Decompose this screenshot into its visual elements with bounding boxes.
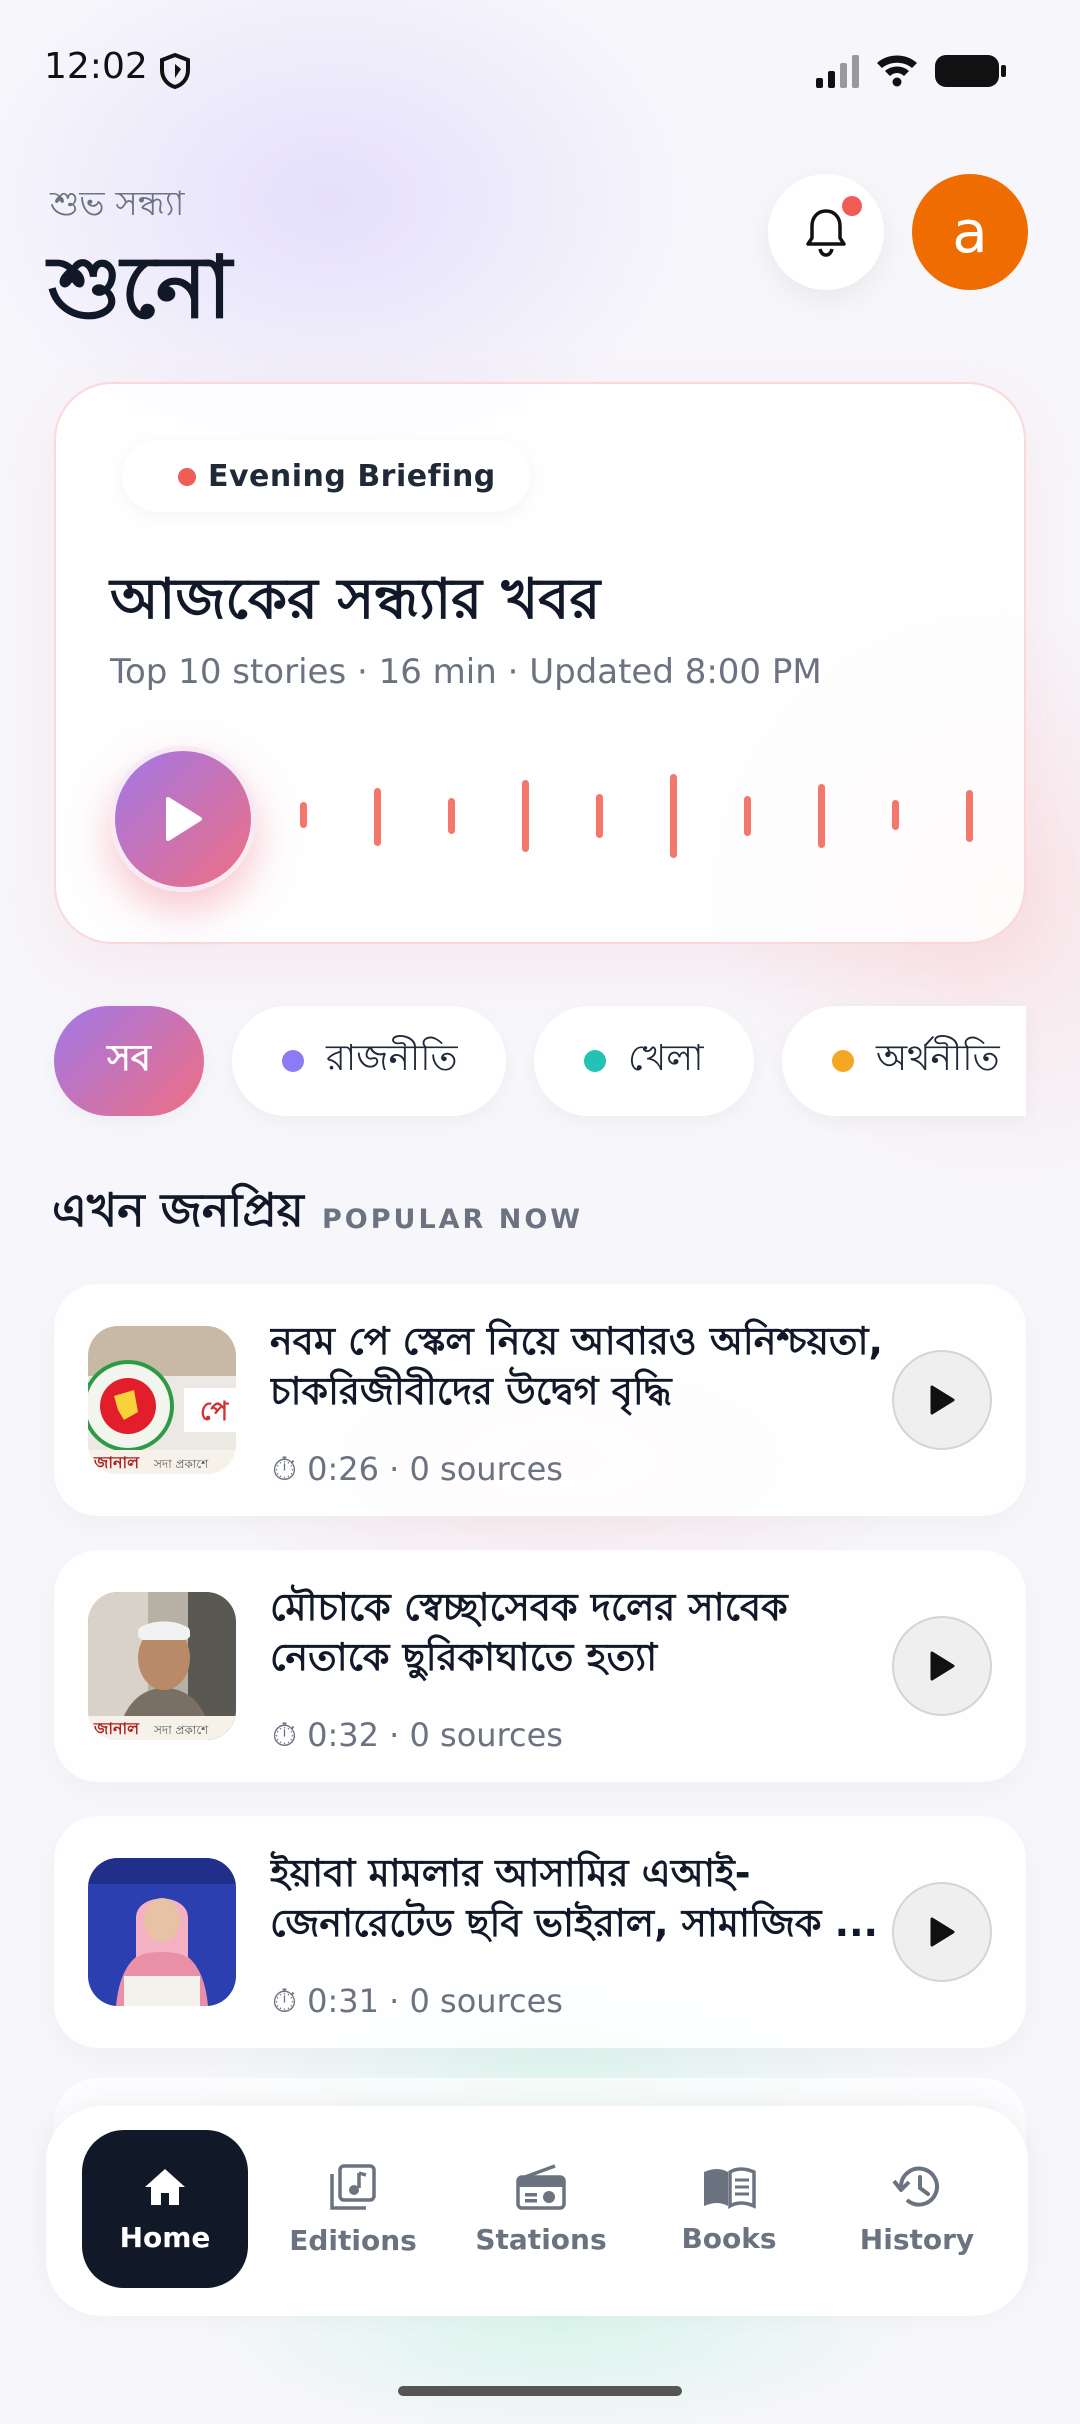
status-time: 12:02 [44,46,148,87]
nav-editions[interactable]: Editions [270,2130,436,2288]
play-icon [930,1385,955,1415]
category-dot [832,1050,854,1072]
news-play-button[interactable] [892,1350,992,1450]
news-card[interactable]: জানাল সদা প্রকাশে মৌচাকে স্বেচ্ছাসেবক দল… [54,1550,1026,1782]
radio-icon [516,2163,566,2210]
nav-history[interactable]: History [834,2130,1000,2288]
briefing-meta: Top 10 stories · 16 min · Updated 8:00 P… [110,652,822,692]
bell-icon [806,209,846,257]
category-chip-sports[interactable]: খেলা [534,1006,754,1116]
briefing-play-button[interactable] [110,746,256,892]
category-chip-label: অর্থনীতি [876,1038,1000,1079]
category-dot [282,1050,304,1072]
category-dot [584,1050,606,1072]
svg-text:জানাল: জানাল [93,1719,140,1738]
waveform-bar [448,798,455,834]
home-indicator[interactable] [398,2386,682,2396]
shield-icon [160,52,190,90]
svg-text:জানাল: জানাল [93,1453,140,1472]
live-dot [178,468,196,486]
category-chip-label: সব [107,1038,151,1079]
status-bar: 12:02 [0,0,1080,140]
play-icon [166,797,202,841]
waveform-bar [818,784,825,848]
news-thumbnail: জানাল সদা প্রকাশে [88,1592,236,1740]
news-title: নবম পে স্কেল নিয়ে আবারও অনিশ্চয়তা, চাক… [270,1319,883,1413]
nav-home[interactable]: Home [82,2130,248,2288]
briefing-badge-label: Evening Briefing [208,458,496,494]
nav-label: Editions [289,2223,417,2257]
avatar[interactable]: a [912,174,1028,290]
home-icon [145,2168,185,2205]
news-play-button[interactable] [892,1616,992,1716]
waveform-bar [966,790,973,842]
news-title: ইয়াবা মামলার আসামির এআই-জেনারেটেড ছবি ভ… [270,1851,878,1945]
category-chip-economy[interactable]: অর্থনীতি [782,1006,1026,1116]
svg-text:সদা প্রকাশে: সদা প্রকাশে [153,1457,209,1471]
play-icon [930,1651,955,1681]
signal-icon [816,55,859,88]
category-chip-all[interactable]: সব [54,1006,204,1116]
category-chip-politics[interactable]: রাজনীতি [232,1006,506,1116]
waveform-bar [744,796,751,836]
nav-label: History [859,2222,975,2256]
wifi-icon [877,55,917,87]
play-icon [930,1917,955,1947]
nav-label: Home [119,2220,211,2254]
svg-text:সদা প্রকাশে: সদা প্রকাশে [153,1723,209,1737]
briefing-title: আজকের সন্ধ্যার খবর [110,567,601,632]
category-chip-label: রাজনীতি [326,1038,458,1079]
battery-icon [935,55,1006,87]
news-play-button[interactable] [892,1882,992,1982]
svg-text:পে: পে [200,1397,230,1427]
briefing-card[interactable]: Evening Briefing আজকের সন্ধ্যার খবর Top … [54,382,1026,944]
waveform-bar [670,774,677,858]
bottom-navigation: Home Editions Stations Books History [46,2106,1028,2316]
book-icon [704,2166,756,2209]
notifications-button[interactable] [768,174,884,290]
waveform-bar [374,788,381,846]
notification-badge [842,196,862,216]
app-title: শুনো [48,238,232,338]
briefing-badge: Evening Briefing [122,440,530,512]
news-card[interactable]: পে জানাল সদা প্রকাশে নবম পে স্কেল নিয়ে … [54,1284,1026,1516]
section-subtitle: POPULAR NOW [322,1204,584,1235]
news-card[interactable]: ইয়াবা মামলার আসামির এআই-জেনারেটেড ছবি ভ… [54,1816,1026,2048]
nav-stations[interactable]: Stations [458,2130,624,2288]
news-title: মৌচাকে স্বেচ্ছাসেবক দলের সাবেক নেতাকে ছু… [270,1585,788,1679]
news-thumbnail [88,1858,236,2006]
music-note-icon [330,2163,376,2210]
nav-books[interactable]: Books [646,2130,812,2288]
section-title: এখন জনপ্রিয় [52,1183,304,1237]
news-thumbnail: পে জানাল সদা প্রকাশে [88,1326,236,1474]
history-icon [892,2166,939,2207]
news-meta: ⏱ 0:26 · 0 sources [272,1450,563,1488]
nav-label: Books [681,2221,777,2255]
waveform-bar [522,780,529,852]
waveform-bar [596,794,603,838]
category-chip-label: খেলা [628,1038,704,1079]
waveform-bar [300,802,307,828]
nav-label: Stations [475,2222,607,2256]
news-meta: ⏱ 0:31 · 0 sources [272,1982,563,2020]
waveform-bar [892,800,899,830]
news-meta: ⏱ 0:32 · 0 sources [272,1716,563,1754]
